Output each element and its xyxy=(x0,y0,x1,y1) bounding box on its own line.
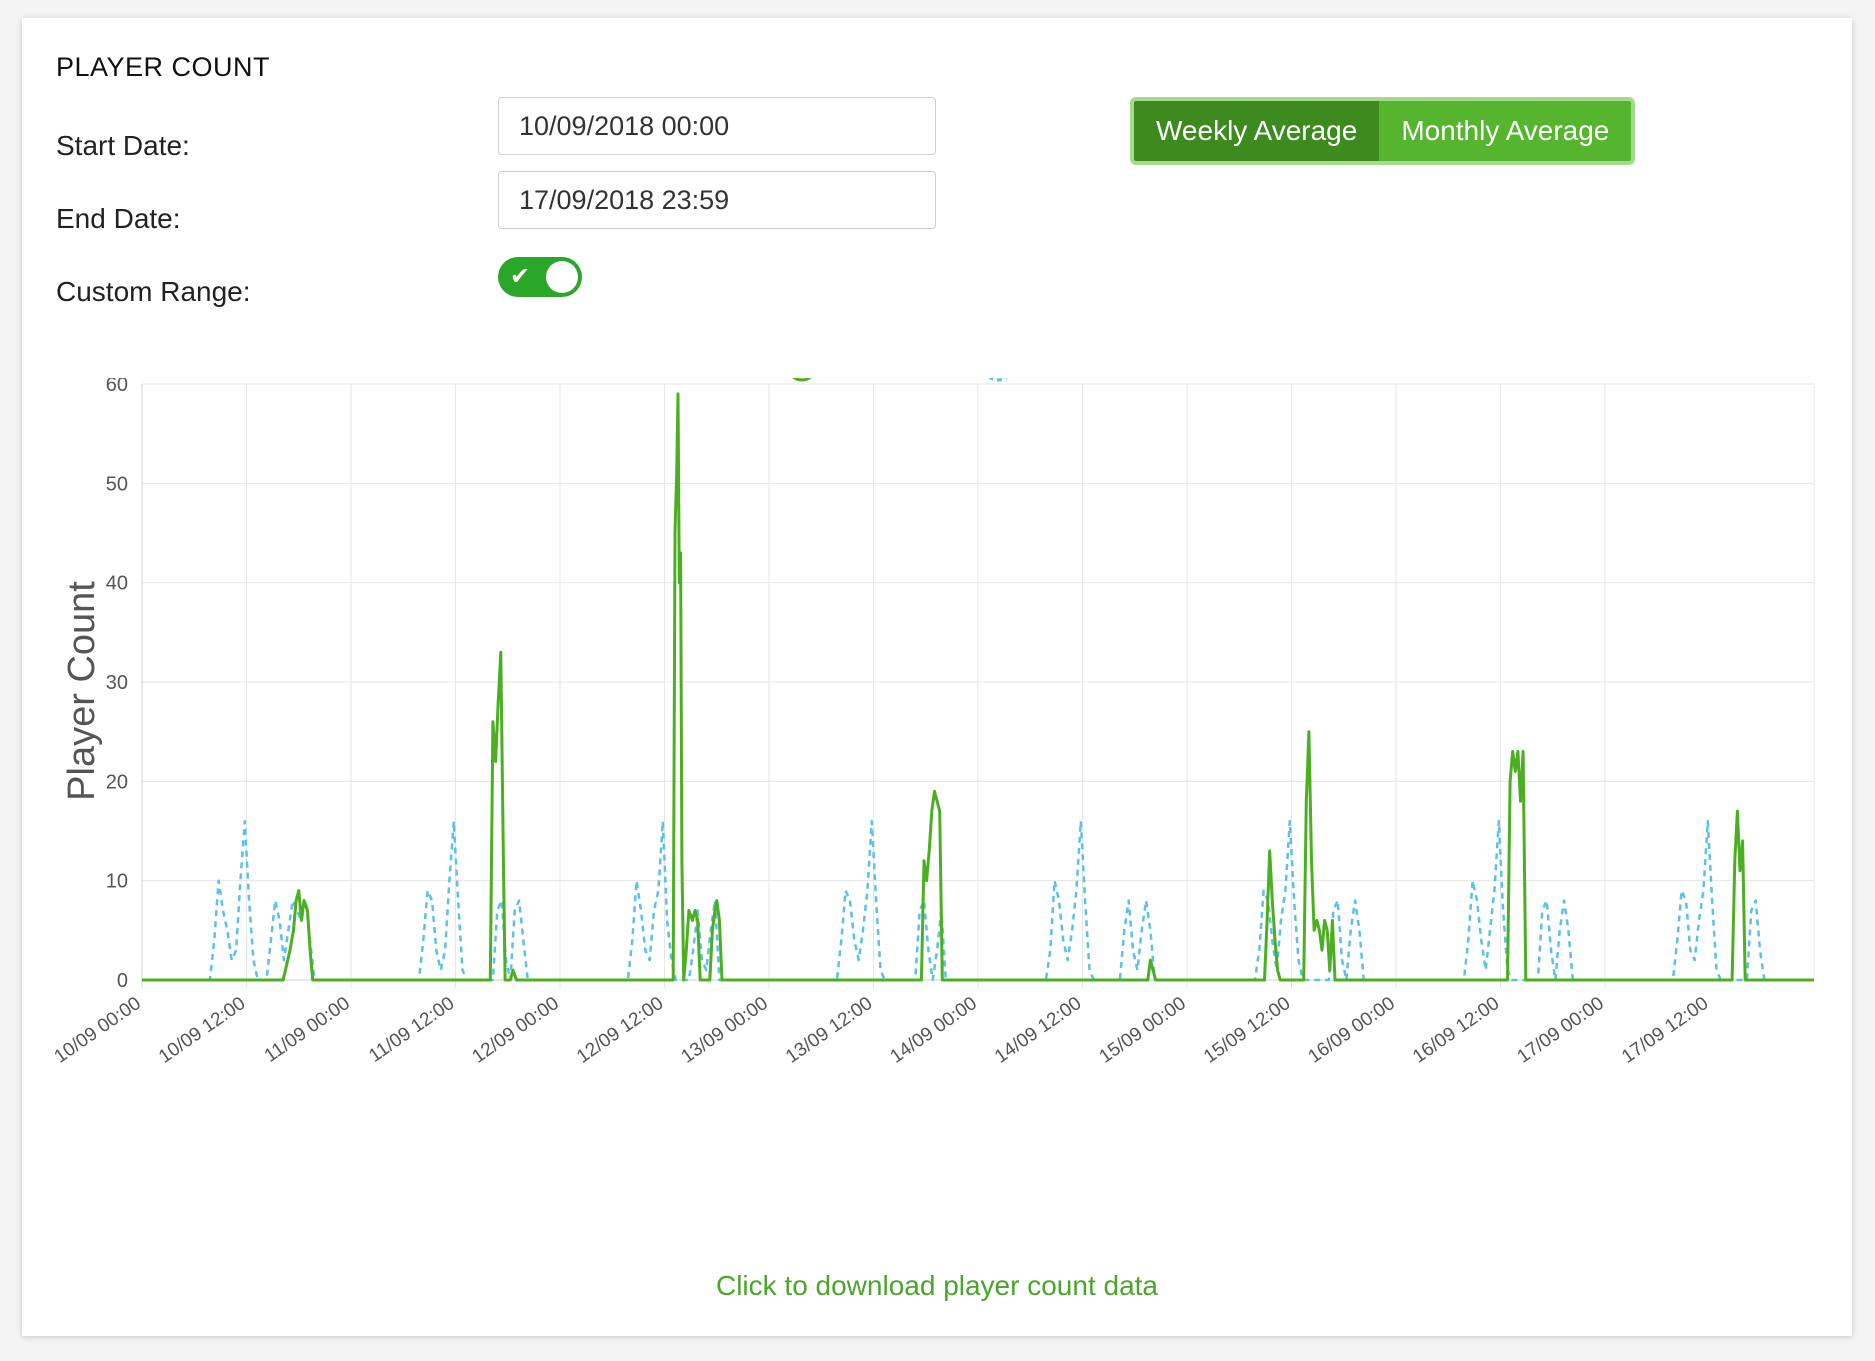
x-tick-label: 14/09 12:00 xyxy=(991,993,1085,1068)
start-date-label: Start Date: xyxy=(56,130,190,161)
x-tick-label: 10/09 12:00 xyxy=(155,993,249,1068)
end-date-input[interactable]: 17/09/2018 23:59 xyxy=(498,171,936,229)
y-axis: 0 10 20 30 40 50 60 xyxy=(106,378,128,992)
x-tick-label: 12/09 12:00 xyxy=(573,993,667,1068)
x-tick-label: 16/09 12:00 xyxy=(1409,993,1503,1068)
y-tick-label: 60 xyxy=(106,378,128,396)
x-tick-label: 17/09 12:00 xyxy=(1618,993,1712,1068)
download-link[interactable]: Click to download player count data xyxy=(22,1270,1852,1302)
x-tick-label: 16/09 00:00 xyxy=(1305,993,1399,1068)
x-tick-label: 10/09 00:00 xyxy=(51,993,145,1068)
x-tick-label: 13/09 12:00 xyxy=(782,993,876,1068)
x-axis: 10/09 00:00 10/09 12:00 11/09 00:00 11/09 1… xyxy=(51,993,1713,1068)
y-tick-label: 40 xyxy=(106,573,128,595)
x-tick-label: 15/09 12:00 xyxy=(1200,993,1294,1068)
weekly-average-button[interactable]: Weekly Average xyxy=(1134,101,1380,161)
panel-title: PLAYER COUNT xyxy=(56,52,271,82)
legend-swatch-average xyxy=(988,378,1008,382)
x-tick-label: 17/09 00:00 xyxy=(1514,993,1608,1068)
y-axis-title: Player Count xyxy=(61,581,103,801)
start-date-input[interactable]: 10/09/2018 00:00 xyxy=(498,97,936,155)
end-date-label: End Date: xyxy=(56,203,181,234)
player-count-chart: 0102030405060 10/09 00:00 10/09 12:00 11/0… xyxy=(51,378,1815,1068)
y-tick-label: 20 xyxy=(106,771,128,793)
x-tick-label: 14/09 00:00 xyxy=(887,993,981,1068)
monthly-average-button[interactable]: Monthly Average xyxy=(1379,101,1632,161)
chart-legend: Selected RangeAverage xyxy=(792,378,1008,382)
y-tick-label: 0 xyxy=(117,970,128,992)
y-tick-label: 30 xyxy=(106,672,128,694)
x-tick-label: 13/09 00:00 xyxy=(678,993,772,1068)
y-tick-label: 50 xyxy=(106,473,128,495)
y-tick-label: 10 xyxy=(106,871,128,893)
toggle-knob xyxy=(546,261,578,293)
x-tick-label: 11/09 00:00 xyxy=(261,993,354,1067)
custom-range-label: Custom Range: xyxy=(56,276,251,307)
chart-grid xyxy=(141,383,1815,988)
average-button-group: Weekly Average Monthly Average xyxy=(1130,97,1636,165)
custom-range-toggle[interactable]: ✔ xyxy=(498,257,582,297)
player-count-panel: PLAYER COUNT Start Date: 10/09/2018 00:0… xyxy=(22,18,1852,1336)
legend-swatch-selected xyxy=(792,378,812,382)
x-tick-label: 15/09 00:00 xyxy=(1096,993,1190,1068)
x-tick-label: 12/09 00:00 xyxy=(469,993,563,1068)
x-tick-label: 11/09 12:00 xyxy=(365,993,458,1067)
check-icon: ✔ xyxy=(510,263,531,290)
